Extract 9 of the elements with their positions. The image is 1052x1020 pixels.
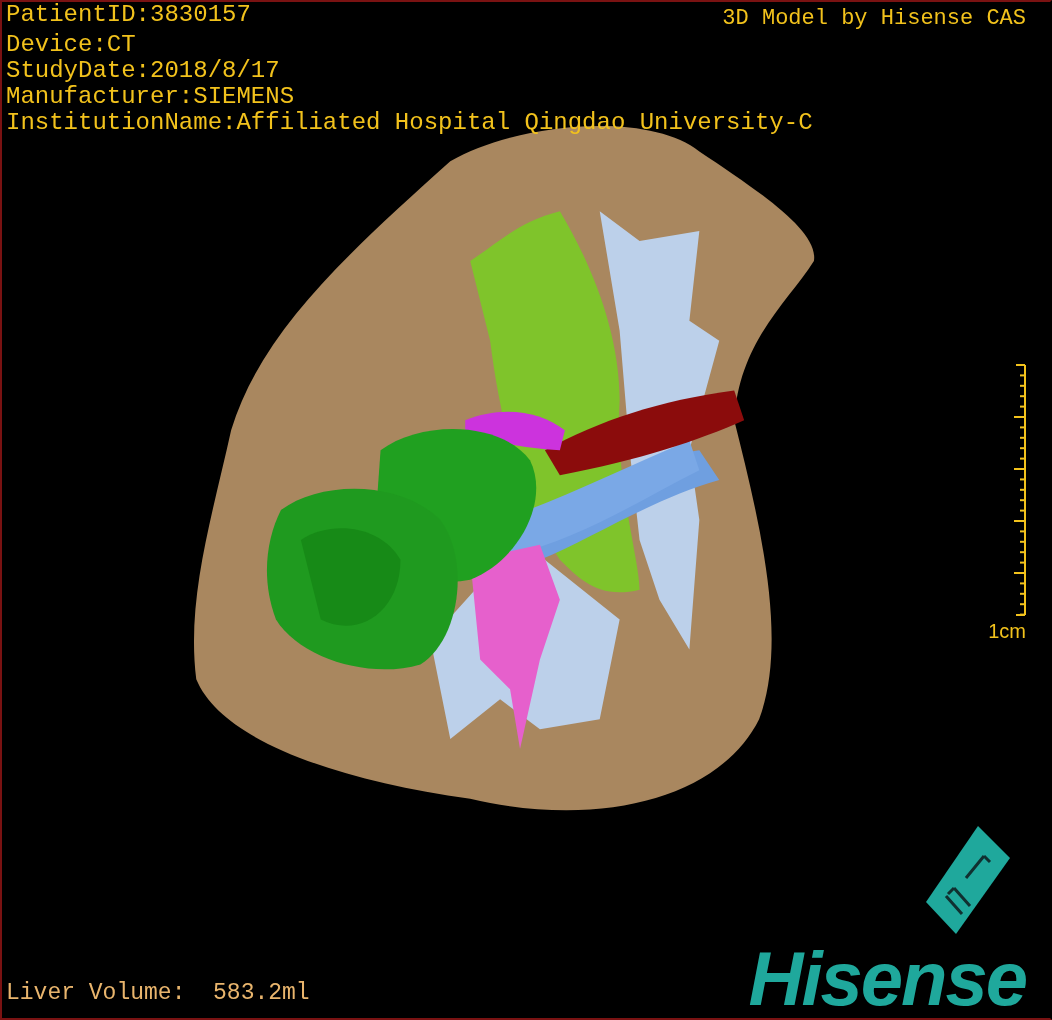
liver-volume-text: Liver Volume: 583.2ml (6, 978, 310, 1008)
scale-label: 1cm (988, 619, 1026, 644)
viewer-title: 3D Model by Hisense CAS (722, 5, 1026, 32)
brand-wordmark: Hisense (748, 944, 1026, 1014)
patient-info-text: Manufacturer:SIEMENS (6, 84, 296, 110)
patient-info-text: StudyDate:2018/8/17 (6, 58, 281, 84)
patient-info-text: PatientID:3830157 (6, 2, 251, 28)
diamond-logo-icon (926, 826, 1010, 936)
patient-info-text: Device:CT (6, 32, 137, 58)
